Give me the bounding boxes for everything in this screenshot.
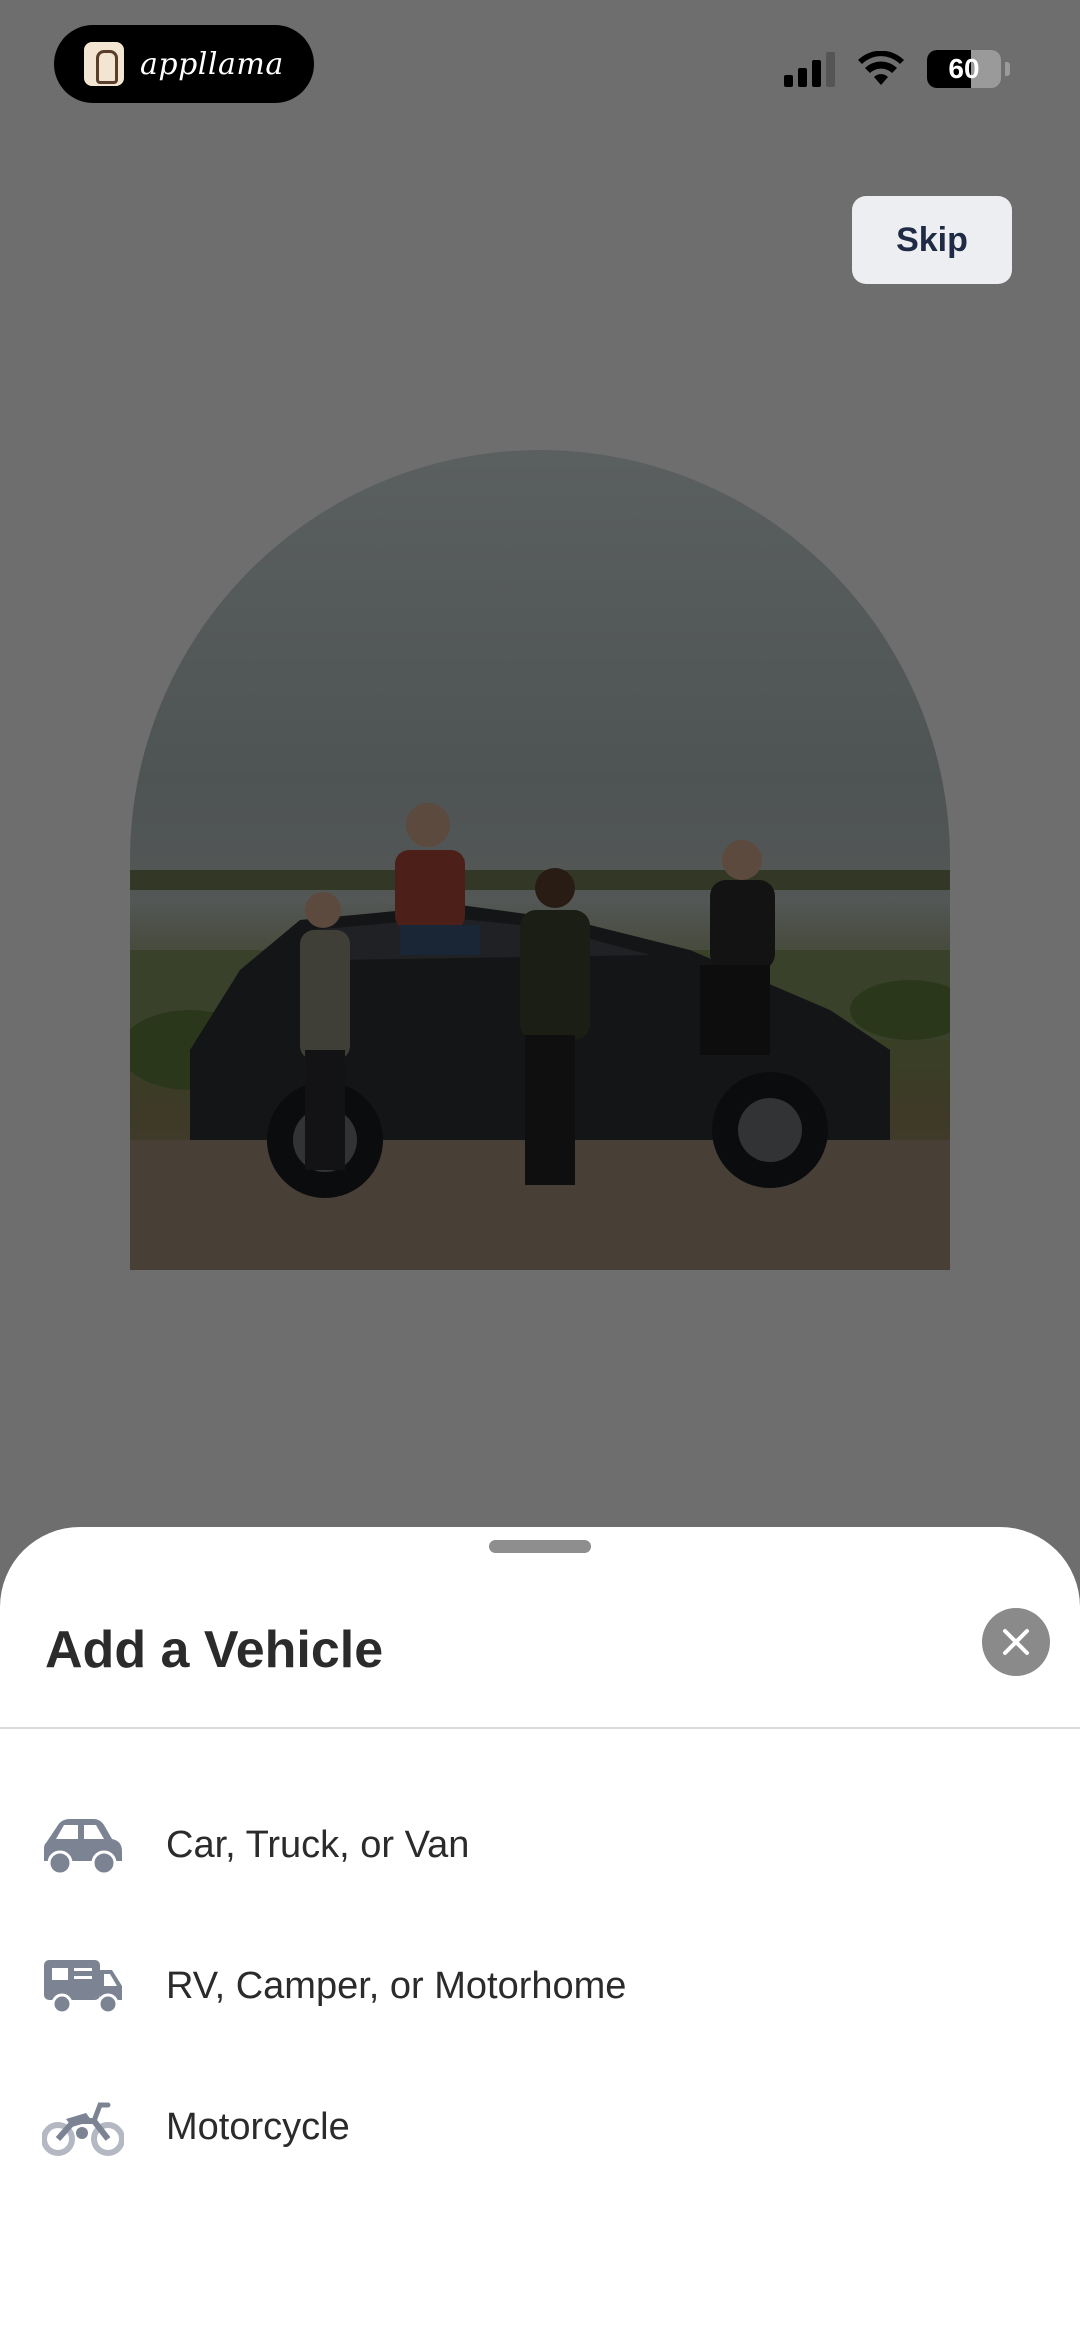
wifi-icon (858, 51, 904, 85)
option-rv-camper-motorhome[interactable]: RV, Camper, or Motorhome (0, 1926, 1080, 2046)
battery-percent: 60 (948, 53, 980, 84)
skip-button[interactable]: Skip (852, 196, 1012, 284)
cellular-signal-icon (784, 51, 835, 87)
app-badge: appllama (54, 25, 314, 103)
car-icon (44, 1819, 122, 1876)
llama-logo-icon (84, 42, 124, 86)
app-badge-label: appllama (140, 46, 284, 82)
close-icon (1003, 1629, 1029, 1655)
option-motorcycle[interactable]: Motorcycle (0, 2067, 1080, 2187)
motorcycle-icon (42, 2102, 124, 2156)
status-bar: appllama 60 (0, 0, 1080, 140)
option-label: Motorcycle (166, 2105, 350, 2148)
close-button[interactable] (982, 1608, 1050, 1676)
sheet-drag-handle[interactable] (489, 1540, 591, 1553)
rv-icon (44, 1960, 122, 2015)
option-label: RV, Camper, or Motorhome (166, 1964, 627, 2007)
sheet-title: Add a Vehicle (45, 1621, 384, 1679)
option-car-truck-van[interactable]: Car, Truck, or Van (0, 1785, 1080, 1905)
option-label: Car, Truck, or Van (166, 1823, 470, 1866)
battery-icon: 60 (927, 50, 1001, 88)
sheet-divider (0, 1727, 1080, 1729)
